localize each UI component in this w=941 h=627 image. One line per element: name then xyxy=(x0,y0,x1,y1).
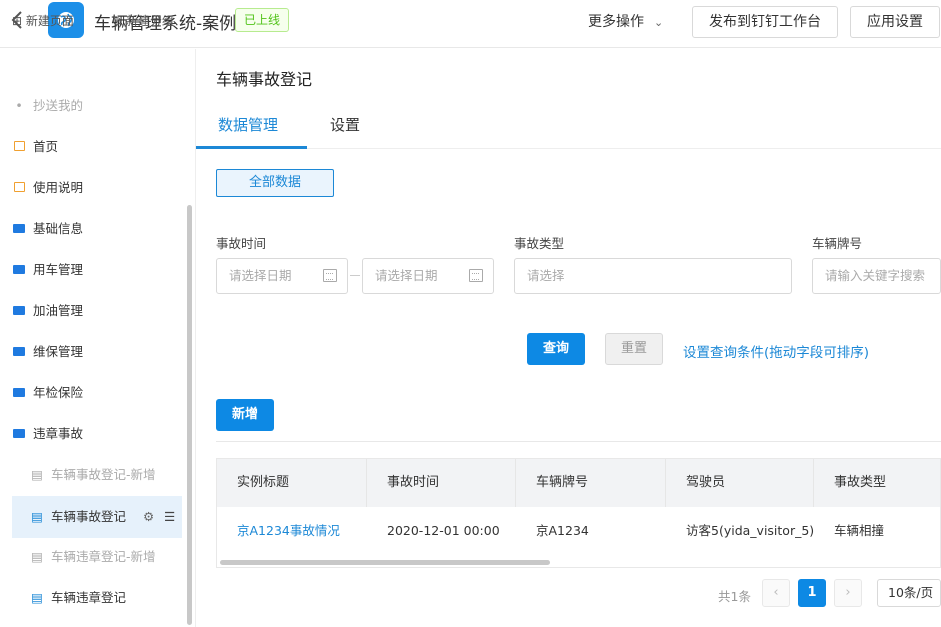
accident-type-placeholder: 请选择 xyxy=(527,268,565,283)
folder-open-icon xyxy=(12,414,26,454)
sidebar-item-accident-new[interactable]: ▤ 车辆事故登记-新增 xyxy=(12,455,182,495)
column-header[interactable]: 实例标题 xyxy=(217,459,367,507)
status-badge: 已上线 xyxy=(235,8,290,32)
column-header[interactable]: 事故类型 xyxy=(814,459,940,507)
dot-icon: • xyxy=(15,98,23,113)
sidebar-item-label: 首页 xyxy=(33,139,59,154)
app-settings-button[interactable]: 应用设置 xyxy=(850,6,940,38)
sidebar-item-accident[interactable]: ▤ 车辆事故登记 ⚙ ☰ xyxy=(12,496,182,538)
column-header[interactable]: 事故时间 xyxy=(367,459,516,507)
sidebar-scrollbar[interactable] xyxy=(187,205,192,625)
sidebar-item-label: 使用说明 xyxy=(33,180,84,195)
page-title: 车辆事故登记 xyxy=(216,70,313,89)
sidebar-item-label: 加油管理 xyxy=(33,303,84,318)
sidebar-item-label: 基础信息 xyxy=(33,221,84,236)
calendar-icon xyxy=(323,269,337,282)
start-date-placeholder: 请选择日期 xyxy=(229,268,292,283)
prev-page-button[interactable]: ‹ xyxy=(762,579,790,607)
accident-time-label: 事故时间 xyxy=(216,236,267,251)
sidebar-item-label: 车辆违章登记-新增 xyxy=(51,549,156,564)
divider xyxy=(216,441,941,442)
folder-icon xyxy=(12,250,26,290)
sidebar-item-label: 违章事故 xyxy=(33,426,84,441)
query-button[interactable]: 查询 xyxy=(527,333,585,365)
sidebar-item-fuel[interactable]: 加油管理 xyxy=(12,291,182,331)
chevron-down-icon: ⌄ xyxy=(654,16,664,29)
sidebar-item-inspection[interactable]: 年检保险 xyxy=(12,373,182,413)
page-size-select[interactable]: 10条/页 xyxy=(877,579,941,607)
sidebar-item-label: 车辆事故登记-新增 xyxy=(51,467,156,482)
folder-icon xyxy=(12,291,26,331)
plate-search-input[interactable]: 请输入关键字搜索 xyxy=(812,258,941,294)
sidebar-item-label: 抄送我的 xyxy=(33,98,84,113)
publish-button[interactable]: 发布到钉钉工作台 xyxy=(692,6,838,38)
page-icon xyxy=(12,168,26,208)
reset-button[interactable]: 重置 xyxy=(605,333,663,365)
table-horizontal-scrollbar[interactable] xyxy=(220,560,550,565)
new-page-label: 新建页面 xyxy=(25,14,74,28)
new-group-icon: ⊕ xyxy=(112,14,126,28)
chevron-left-icon: ‹ xyxy=(773,585,779,600)
add-button[interactable]: 新增 xyxy=(216,399,274,431)
tab-divider xyxy=(196,148,941,149)
sidebar-item-label: 维保管理 xyxy=(33,344,84,359)
folder-icon xyxy=(12,209,26,249)
plate-number-label: 车辆牌号 xyxy=(812,236,863,251)
table-cell: 车辆相撞 xyxy=(834,523,885,538)
data-table: 实例标题 事故时间 车辆牌号 驾驶员 事故类型 京A1234事故情况 2020-… xyxy=(216,458,941,568)
chevron-right-icon: › xyxy=(845,585,851,600)
folder-icon xyxy=(12,332,26,372)
form-icon: ▤ xyxy=(31,549,43,564)
column-header[interactable]: 车辆牌号 xyxy=(516,459,666,507)
column-header[interactable]: 驾驶员 xyxy=(666,459,814,507)
table-cell-title-link[interactable]: 京A1234事故情况 xyxy=(217,507,367,555)
new-page-icon: ⊞ xyxy=(12,14,26,28)
form-icon: ▤ xyxy=(31,509,43,524)
sidebar-item-guide[interactable]: 使用说明 xyxy=(12,168,182,208)
sidebar-item-label: 车辆事故登记 xyxy=(51,509,127,524)
page-icon xyxy=(12,127,26,167)
sidebar-item-label: 年检保险 xyxy=(33,385,84,400)
sidebar-item-vehicle-use[interactable]: 用车管理 xyxy=(12,250,182,290)
sidebar-item-cc[interactable]: • 抄送我的 xyxy=(12,86,182,126)
form-icon: ▤ xyxy=(31,467,43,482)
sidebar-item-label: 车辆违章登记 xyxy=(51,590,127,605)
table-cell: 访客5(yida_visitor_5) xyxy=(686,523,815,538)
folder-icon xyxy=(12,373,26,413)
more-actions-dropdown[interactable]: 更多操作 ⌄ xyxy=(588,11,663,31)
sidebar-item-home[interactable]: 首页 xyxy=(12,127,182,167)
new-page-button[interactable]: ⊞ 新建页面 xyxy=(12,12,74,29)
sidebar-item-violations[interactable]: 违章事故 xyxy=(12,414,182,454)
sidebar-item-violation-new[interactable]: ▤ 车辆违章登记-新增 xyxy=(12,537,182,577)
new-group-button[interactable]: ⊕ 新建分组 xyxy=(112,12,174,29)
end-date-placeholder: 请选择日期 xyxy=(375,268,438,283)
menu-icon[interactable]: ☰ xyxy=(164,496,175,538)
total-count: 共1条 xyxy=(718,589,751,604)
table-cell: 京A1234 xyxy=(536,523,589,538)
more-actions-label: 更多操作 xyxy=(588,14,644,30)
sidebar-item-basic-info[interactable]: 基础信息 xyxy=(12,209,182,249)
date-range-separator xyxy=(350,275,360,276)
set-query-conditions-link[interactable]: 设置查询条件(拖动字段可排序) xyxy=(683,341,869,361)
next-page-button[interactable]: › xyxy=(834,579,862,607)
new-group-label: 新建分组 xyxy=(125,14,174,28)
tab-data-management[interactable]: 数据管理 xyxy=(218,115,278,135)
start-date-input[interactable]: 请选择日期 xyxy=(216,258,348,294)
current-page-button[interactable]: 1 xyxy=(798,579,826,607)
gear-icon[interactable]: ⚙ xyxy=(143,496,154,538)
plate-search-placeholder: 请输入关键字搜索 xyxy=(825,268,926,283)
active-tab-indicator xyxy=(196,146,307,149)
end-date-input[interactable]: 请选择日期 xyxy=(362,258,494,294)
calendar-icon xyxy=(469,269,483,282)
sidebar-item-violation[interactable]: ▤ 车辆违章登记 xyxy=(12,578,182,618)
tab-settings[interactable]: 设置 xyxy=(330,115,360,135)
all-data-filter-button[interactable]: 全部数据 xyxy=(216,169,334,197)
table-cell: 2020-12-01 00:00 xyxy=(387,523,500,538)
accident-type-label: 事故类型 xyxy=(514,236,565,251)
form-icon: ▤ xyxy=(31,590,43,605)
sidebar-item-maintenance[interactable]: 维保管理 xyxy=(12,332,182,372)
accident-type-select[interactable]: 请选择 xyxy=(514,258,792,294)
sidebar-item-label: 用车管理 xyxy=(33,262,84,277)
